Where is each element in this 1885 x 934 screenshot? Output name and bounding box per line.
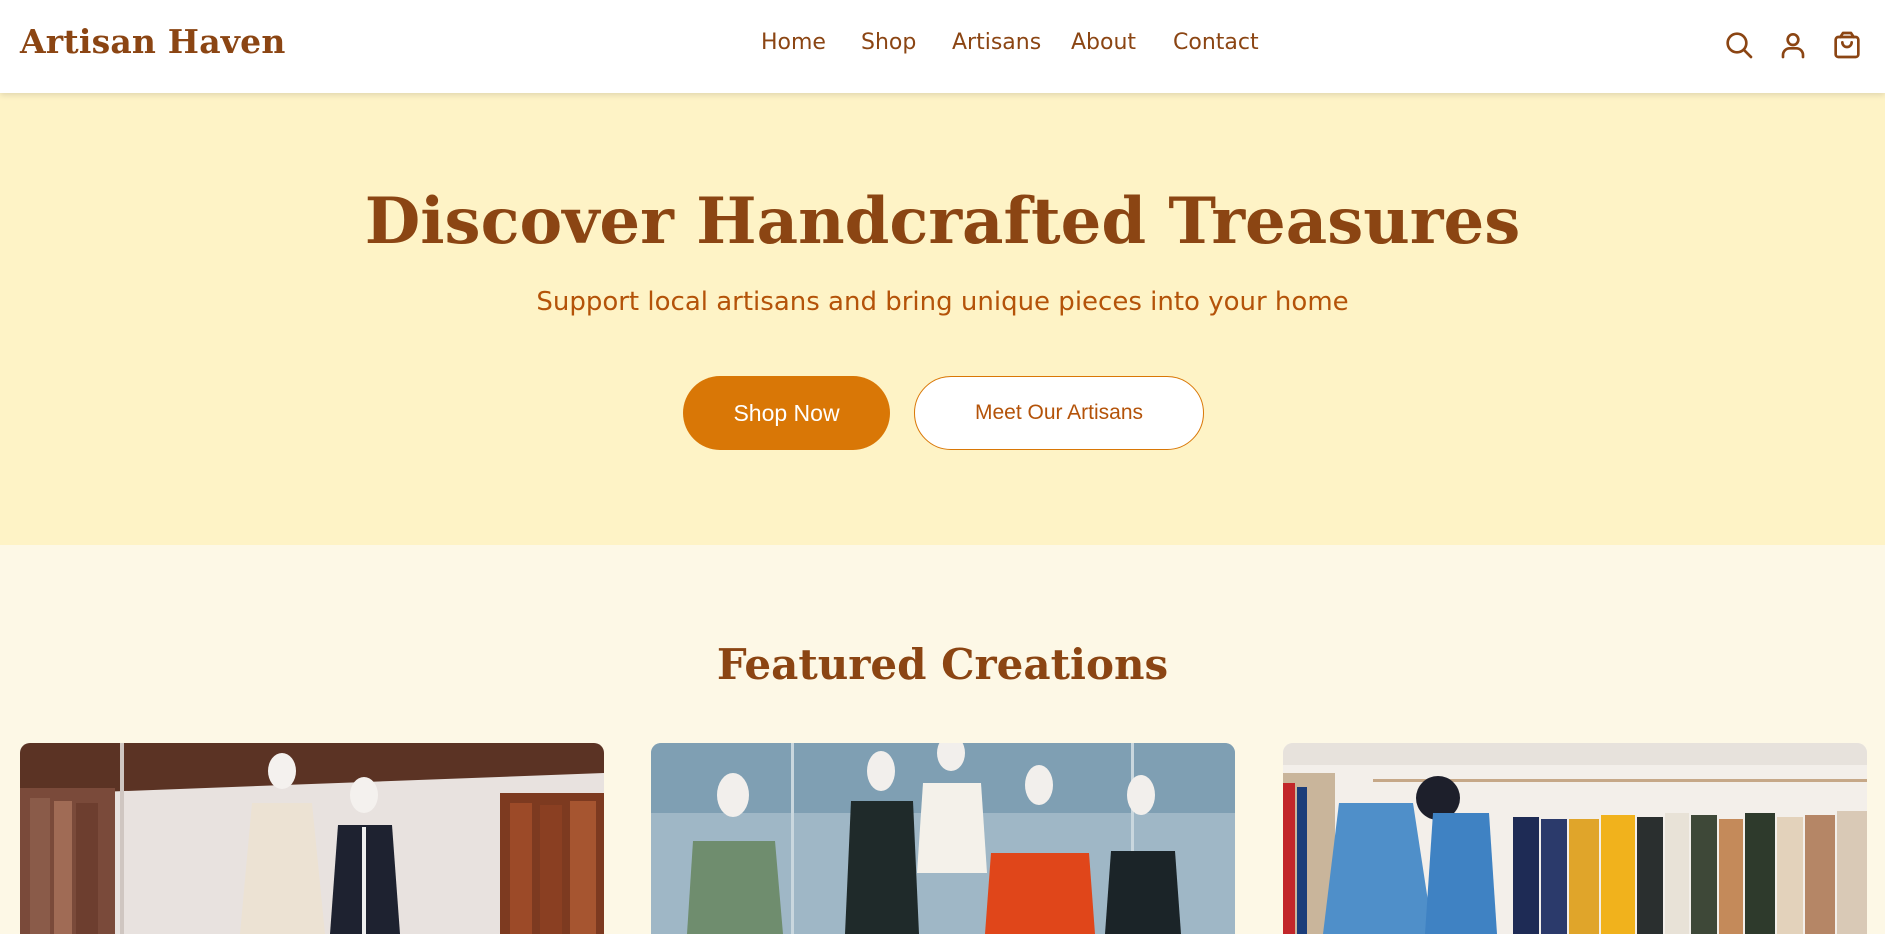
- nav-link-artisans[interactable]: Artisans: [952, 30, 1041, 55]
- featured-title: Featured Creations: [716, 640, 1169, 689]
- main-nav: Home Shop Artisans About Contact: [0, 30, 1885, 64]
- product-card-3[interactable]: [1283, 743, 1867, 934]
- hero-title: Discover Handcrafted Treasures: [364, 184, 1521, 259]
- product-card-1[interactable]: [20, 743, 604, 934]
- clothing-rack-coats-photo: [1283, 743, 1867, 934]
- user-icon[interactable]: [1777, 29, 1809, 61]
- shopping-bag-icon[interactable]: [1831, 29, 1863, 61]
- nav-link-about[interactable]: About: [1071, 30, 1136, 55]
- store-mannequins-coats-photo: [20, 743, 604, 934]
- window-mannequins-dresses-photo: [651, 743, 1235, 934]
- nav-link-shop[interactable]: Shop: [861, 30, 916, 55]
- site-header: Artisan Haven Home Shop Artisans About C…: [0, 0, 1885, 93]
- nav-link-home[interactable]: Home: [761, 30, 826, 55]
- shop-now-button[interactable]: Shop Now: [683, 376, 890, 450]
- hero-subtitle: Support local artisans and bring unique …: [536, 287, 1349, 317]
- product-card-2[interactable]: [651, 743, 1235, 934]
- meet-artisans-button[interactable]: Meet Our Artisans: [914, 376, 1204, 450]
- nav-link-contact[interactable]: Contact: [1173, 30, 1259, 55]
- search-icon[interactable]: [1723, 29, 1755, 61]
- header-icons: [1723, 29, 1863, 63]
- hero-section: Discover Handcrafted Treasures Support l…: [0, 93, 1885, 545]
